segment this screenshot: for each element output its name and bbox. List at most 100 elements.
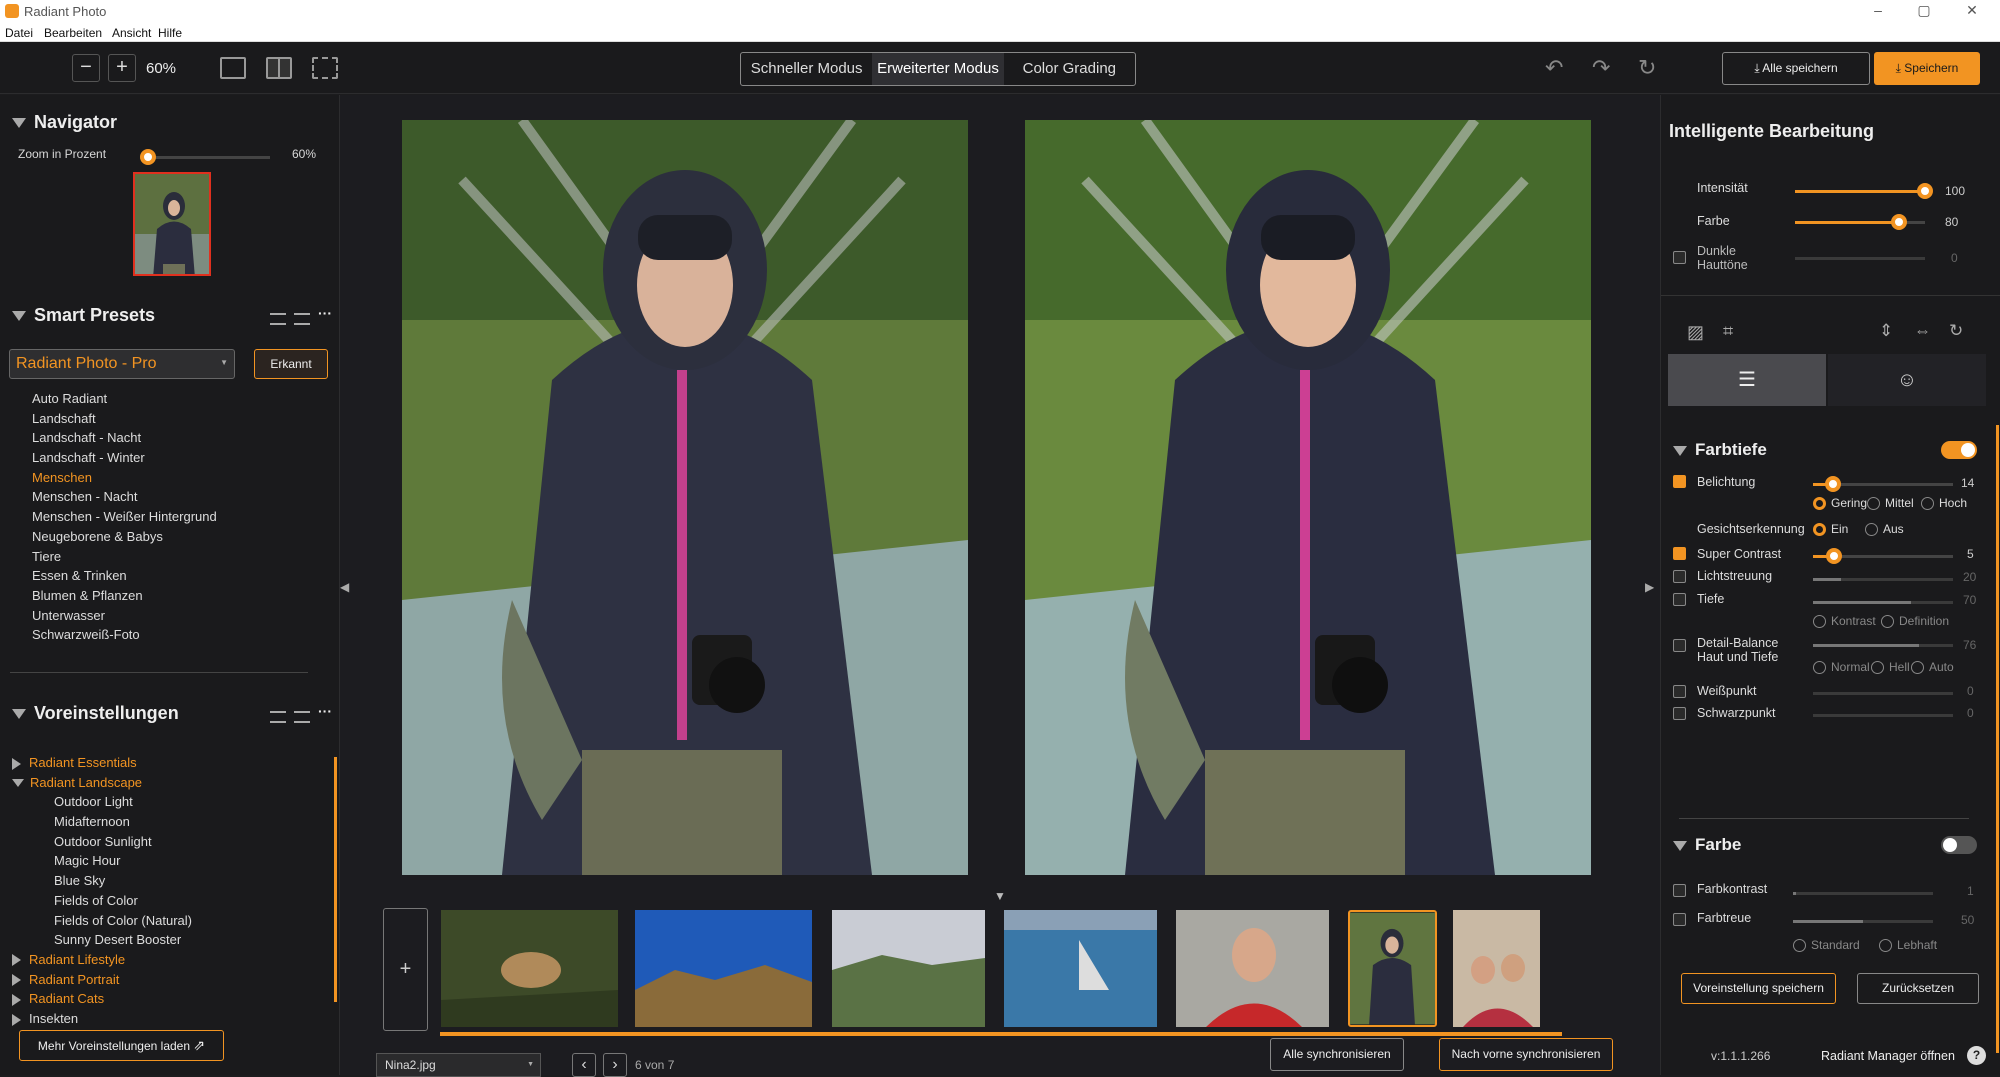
thumbnail-7[interactable] <box>1453 910 1540 1027</box>
mode-color-grading[interactable]: Color Grading <box>1004 53 1135 85</box>
color-contrast-checkbox[interactable] <box>1673 884 1686 897</box>
color-standard-radio[interactable] <box>1793 939 1806 952</box>
dark-skin-slider[interactable] <box>1795 257 1925 260</box>
preset-item[interactable]: Outdoor Sunlight <box>12 832 322 852</box>
preset-item[interactable]: Fields of Color (Natural) <box>12 911 322 931</box>
radiant-manager-link[interactable]: Radiant Manager öffnen <box>1821 1049 1955 1063</box>
adjustments-tab-icon[interactable]: ☰ <box>1668 354 1826 406</box>
smart-preset-item[interactable]: Landschaft - Nacht <box>32 428 312 448</box>
scrollbar[interactable] <box>334 757 337 1002</box>
grid-view-icon[interactable] <box>270 711 286 723</box>
save-all-button[interactable]: ⤓ Alle speichern <box>1722 52 1870 85</box>
smart-presets-header[interactable]: Smart Presets ··· <box>12 305 332 326</box>
navigator-header[interactable]: Navigator <box>12 112 117 133</box>
exposure-mid-radio[interactable] <box>1867 497 1880 510</box>
more-icon[interactable]: ··· <box>318 305 332 321</box>
file-dropdown[interactable]: Nina2.jpg ▼ <box>376 1053 541 1077</box>
detail-balance-checkbox[interactable] <box>1673 639 1686 652</box>
smart-preset-item[interactable]: Menschen - Nacht <box>32 487 312 507</box>
collapse-left-icon[interactable]: ◀ <box>340 580 349 594</box>
depth-definition-radio[interactable] <box>1881 615 1894 628</box>
farbtiefe-toggle[interactable] <box>1941 441 1977 459</box>
exposure-low-radio[interactable] <box>1813 497 1826 510</box>
menu-hilfe[interactable]: Hilfe <box>158 26 182 40</box>
preset-group[interactable]: Radiant Landscape <box>12 773 322 793</box>
crop-icon[interactable]: ⌗ <box>1723 321 1733 342</box>
super-contrast-slider-knob[interactable] <box>1826 548 1842 564</box>
smart-preset-item[interactable]: Landschaft - Winter <box>32 448 312 468</box>
black-point-slider[interactable] <box>1813 714 1953 717</box>
preset-group[interactable]: Radiant Cats <box>12 989 322 1009</box>
exposure-slider-knob[interactable] <box>1824 476 1841 492</box>
menu-ansicht[interactable]: Ansicht <box>112 26 151 40</box>
preset-item[interactable]: Sunny Desert Booster <box>12 930 322 950</box>
smart-preset-item[interactable]: Schwarzweiß-Foto <box>32 625 312 645</box>
mode-advanced[interactable]: Erweiterter Modus <box>872 53 1004 85</box>
exposure-checkbox[interactable] <box>1673 475 1686 488</box>
rotate-icon[interactable]: ↻ <box>1949 321 1963 341</box>
list-view-icon[interactable] <box>294 313 310 325</box>
thumbnail-3[interactable] <box>832 910 985 1027</box>
preset-item[interactable]: Magic Hour <box>12 851 322 871</box>
smart-preset-item[interactable]: Menschen <box>32 468 312 488</box>
flip-vertical-icon[interactable]: ⇕ <box>1879 321 1893 341</box>
smart-preset-item[interactable]: Tiere <box>32 547 312 567</box>
color-fidelity-checkbox[interactable] <box>1673 913 1686 926</box>
white-point-slider[interactable] <box>1813 692 1953 695</box>
preset-group[interactable]: Radiant Lifestyle <box>12 950 322 970</box>
image-icon[interactable]: ▨ <box>1687 322 1704 343</box>
preset-group[interactable]: Insekten <box>12 1009 322 1029</box>
list-view-icon[interactable] <box>294 711 310 723</box>
filmstrip-scrollbar[interactable] <box>440 1032 1562 1036</box>
white-point-checkbox[interactable] <box>1673 685 1686 698</box>
super-contrast-checkbox[interactable] <box>1673 547 1686 560</box>
smart-preset-item[interactable]: Neugeborene & Babys <box>32 527 312 547</box>
depth-contrast-radio[interactable] <box>1813 615 1826 628</box>
flip-horizontal-icon[interactable]: ⇔ <box>1914 321 1931 341</box>
dark-skin-checkbox[interactable] <box>1673 251 1686 264</box>
farbe-toggle[interactable] <box>1941 836 1977 854</box>
split-view-icon[interactable] <box>312 57 338 79</box>
thumbnail-1[interactable] <box>441 910 618 1027</box>
side-by-side-view-icon[interactable] <box>266 57 292 79</box>
depth-checkbox[interactable] <box>1673 593 1686 606</box>
preset-item[interactable]: Fields of Color <box>12 891 322 911</box>
reset-button[interactable]: Zurücksetzen <box>1857 973 1979 1004</box>
light-scatter-checkbox[interactable] <box>1673 570 1686 583</box>
smart-preset-item[interactable]: Essen & Trinken <box>32 566 312 586</box>
thumbnail-4[interactable] <box>1004 910 1157 1027</box>
color-vivid-radio[interactable] <box>1879 939 1892 952</box>
load-more-presets-button[interactable]: Mehr Voreinstellungen laden ⇗ <box>19 1030 224 1061</box>
smart-preset-item[interactable]: Auto Radiant <box>32 389 312 409</box>
portrait-tab-icon[interactable]: ☺ <box>1828 354 1986 406</box>
menu-bearbeiten[interactable]: Bearbeiten <box>44 26 102 40</box>
exposure-high-radio[interactable] <box>1921 497 1934 510</box>
thumbnail-5[interactable] <box>1176 910 1329 1027</box>
face-off-radio[interactable] <box>1865 523 1878 536</box>
preset-item[interactable]: Blue Sky <box>12 871 322 891</box>
close-button[interactable]: ✕ <box>1952 2 1992 19</box>
collapse-filmstrip-icon[interactable]: ▼ <box>994 889 1006 903</box>
color-contrast-slider[interactable] <box>1793 892 1933 895</box>
zoom-in-button[interactable]: + <box>108 54 136 82</box>
redo-icon[interactable]: ↷ <box>1592 55 1610 81</box>
detail-normal-radio[interactable] <box>1813 661 1826 674</box>
thumbnail-2[interactable] <box>635 910 812 1027</box>
add-image-button[interactable]: + <box>383 908 428 1031</box>
farbe-header[interactable]: Farbe <box>1673 835 1741 855</box>
sync-forward-button[interactable]: Nach vorne synchronisieren <box>1439 1038 1613 1071</box>
navigator-thumbnail[interactable] <box>133 172 211 276</box>
smart-preset-item[interactable]: Menschen - Weißer Hintergrund <box>32 507 312 527</box>
single-view-icon[interactable] <box>220 57 246 79</box>
mode-fast[interactable]: Schneller Modus <box>741 53 872 85</box>
navigator-zoom-knob[interactable] <box>139 149 156 165</box>
help-icon[interactable]: ? <box>1967 1046 1986 1065</box>
smart-preset-dropdown[interactable]: Radiant Photo - Pro ▼ <box>9 349 235 379</box>
next-image-button[interactable]: › <box>603 1053 627 1077</box>
farbtiefe-header[interactable]: Farbtiefe <box>1673 440 1767 460</box>
previous-image-button[interactable]: ‹ <box>572 1053 596 1077</box>
presets-header[interactable]: Voreinstellungen ··· <box>12 703 332 724</box>
grid-view-icon[interactable] <box>270 313 286 325</box>
scrollbar[interactable] <box>1996 425 1999 1053</box>
save-button[interactable]: ⤓ Speichern <box>1874 52 1980 85</box>
